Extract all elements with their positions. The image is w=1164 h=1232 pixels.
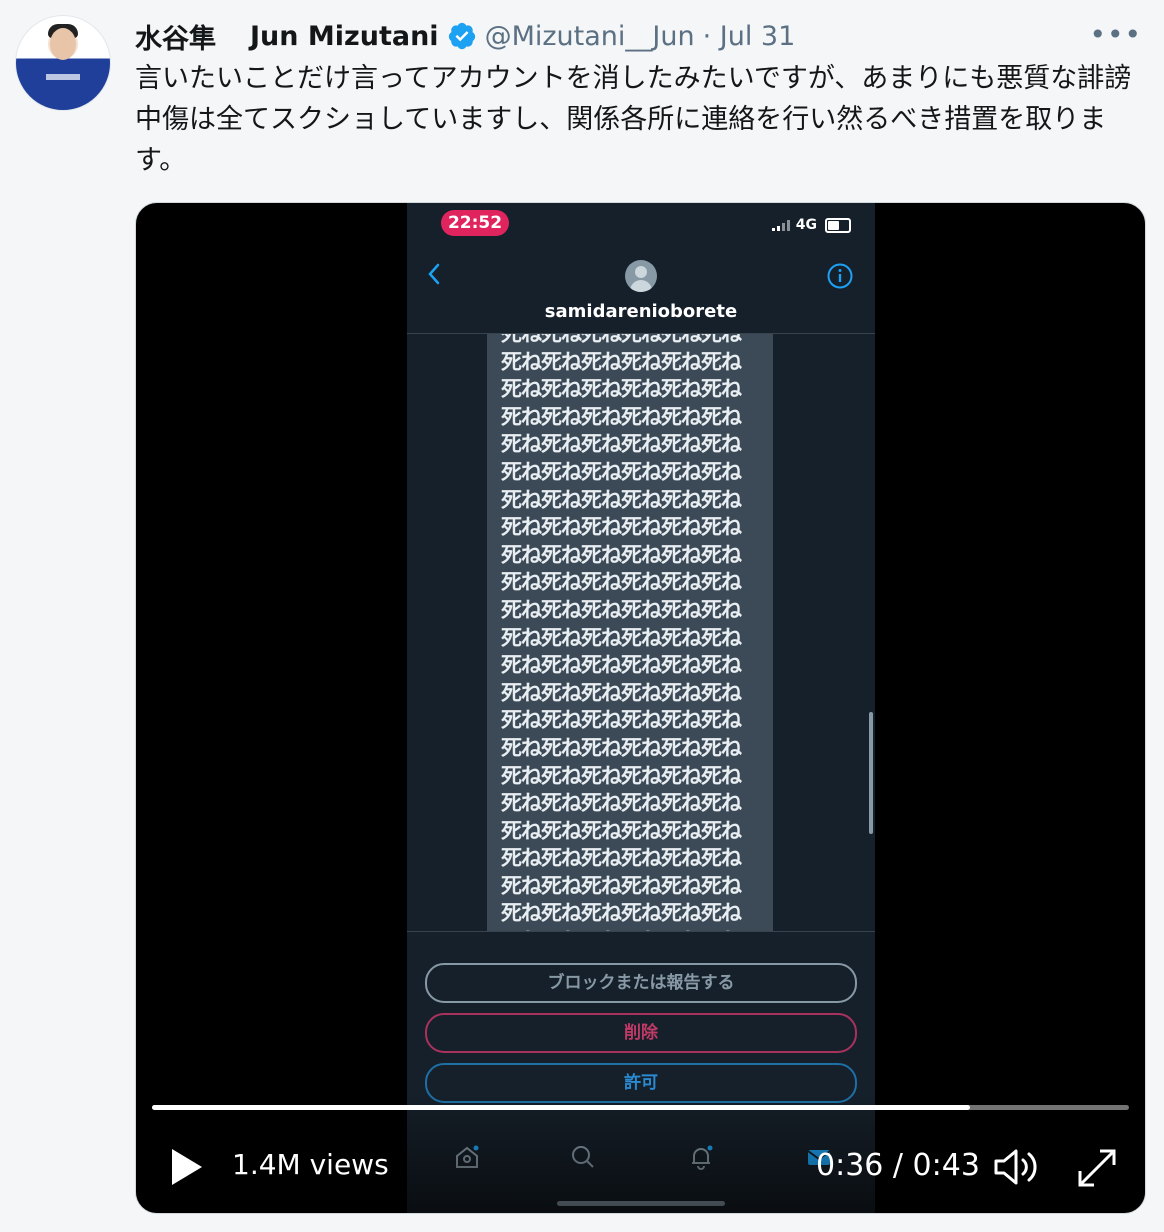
info-icon: [827, 263, 853, 289]
playback-time: 0:36 / 0:43: [816, 1148, 980, 1183]
scroll-indicator: [869, 712, 873, 834]
author-name-en[interactable]: Jun Mizutani: [250, 21, 439, 52]
battery-icon: [825, 217, 851, 233]
author-name-jp[interactable]: 水谷隼: [135, 17, 216, 56]
volume-icon[interactable]: [992, 1145, 1040, 1189]
status-bar-right: 4G: [771, 217, 851, 233]
tweet-header: 水谷隼 Jun Mizutani @Mizutani__Jun · Jul 31: [135, 16, 795, 56]
author-handle[interactable]: @Mizutani__Jun: [485, 21, 695, 52]
back-chevron-icon: [428, 263, 440, 285]
view-count: 1.4M views: [232, 1148, 389, 1181]
message-text: 死ね死ね死ね死ね死ね死ね 死ね死ね死ね死ね死ね死ね 死ね死ね死ね死ね死ね死ね 死…: [501, 334, 742, 931]
avatar-face: [50, 28, 76, 60]
signal-icon: [771, 219, 790, 231]
more-icon[interactable]: •••: [1089, 18, 1142, 51]
progress-fill: [152, 1105, 970, 1110]
progress-bar[interactable]: [152, 1105, 1129, 1110]
play-icon[interactable]: [166, 1145, 206, 1189]
video-player[interactable]: 22:52 4G samidarenioborete 死ね死ね死ね死ね死ね死ね …: [135, 202, 1146, 1214]
network-label: 4G: [795, 217, 817, 233]
phone-screen-recording: 22:52 4G samidarenioborete 死ね死ね死ね死ね死ね死ね …: [407, 203, 875, 1213]
status-time: 22:52: [441, 210, 509, 236]
author-avatar[interactable]: [15, 15, 111, 111]
avatar-shirt: [46, 74, 80, 80]
message-area-divider: [407, 931, 875, 932]
fullscreen-icon[interactable]: [1074, 1145, 1120, 1191]
tweet-date[interactable]: · Jul 31: [703, 21, 796, 52]
tweet-text: 言いたいことだけ言ってアカウントを消したみたいですが、あまりにも悪質な誹謗中傷は…: [135, 63, 1132, 176]
dm-avatar: [625, 260, 657, 292]
block-report-button: ブロックまたは報告する: [425, 963, 857, 1003]
message-bubble: 死ね死ね死ね死ね死ね死ね 死ね死ね死ね死ね死ね死ね 死ね死ね死ね死ね死ね死ね 死…: [487, 334, 773, 931]
delete-button: 削除: [425, 1013, 857, 1053]
dm-username: samidarenioborete: [544, 301, 738, 322]
verified-badge-icon: [448, 22, 475, 50]
